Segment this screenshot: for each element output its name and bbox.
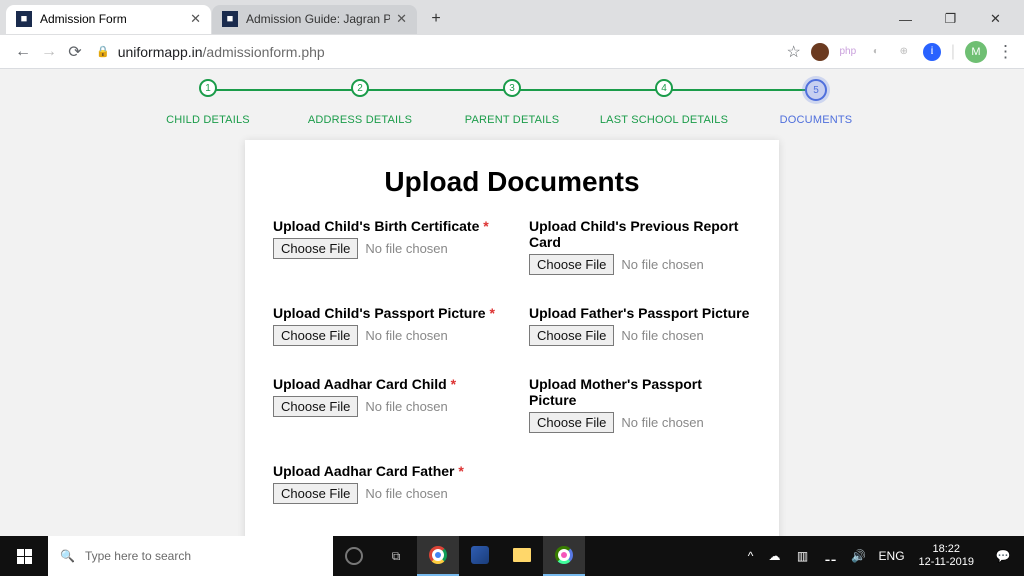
notification-center-icon[interactable]: 💬 (982, 536, 1024, 576)
task-view-icon[interactable]: ⧉ (375, 536, 417, 576)
file-status-text: No file chosen (621, 415, 703, 430)
choose-file-button[interactable]: Choose File (273, 325, 358, 346)
maximize-button[interactable]: ❐ (928, 4, 973, 34)
volume-icon[interactable]: 🔊 (845, 536, 873, 576)
battery-icon[interactable]: ▥ (789, 536, 817, 576)
upload-field: Upload Mother's Passport Picture Choose … (529, 376, 751, 433)
required-asterisk: * (489, 305, 494, 321)
page-title: Upload Documents (273, 166, 751, 198)
field-label: Upload Aadhar Card Father * (273, 463, 495, 479)
upload-field: Upload Aadhar Card Child * Choose File No … (273, 376, 495, 433)
address-bar[interactable]: 🔒 uniformapp.in/admissionform.php (96, 44, 771, 60)
kebab-menu-icon[interactable]: ⋮ (997, 42, 1014, 62)
upload-field: Upload Child's Previous Report Card Choo… (529, 218, 751, 275)
step-documents[interactable]: 5 DOCUMENTS (740, 79, 892, 126)
upload-field: Upload Child's Passport Picture * Choose … (273, 305, 495, 346)
required-asterisk: * (451, 376, 456, 392)
url-host: uniformapp.in (118, 44, 203, 60)
close-window-button[interactable]: ✕ (973, 4, 1018, 34)
upload-field: Upload Father's Passport Picture Choose … (529, 305, 751, 346)
url-path: /admissionform.php (203, 44, 325, 60)
taskbar-app-word[interactable] (459, 536, 501, 576)
form-row: Upload Aadhar Card Father * Choose File No… (273, 463, 751, 504)
forward-button[interactable]: → (36, 39, 62, 65)
choose-file-button[interactable]: Choose File (273, 238, 358, 259)
taskbar-search[interactable]: 🔍 Type here to search (48, 536, 333, 576)
browser-chrome: ■ Admission Form ✕ ■ Admission Guide: Ja… (0, 0, 1024, 69)
taskbar-app-chrome[interactable] (417, 536, 459, 576)
choose-file-button[interactable]: Choose File (529, 325, 614, 346)
favicon-icon: ■ (16, 11, 32, 27)
upload-documents-card: Upload Documents Upload Child's Birth Ce… (245, 140, 779, 539)
windows-logo-icon (17, 549, 32, 564)
reload-button[interactable]: ⟳ (62, 39, 88, 65)
extension-icon[interactable]: ⊕ (895, 43, 913, 61)
taskbar-app-chrome-2[interactable] (543, 536, 585, 576)
field-label: Upload Child's Birth Certificate * (273, 218, 495, 234)
close-icon[interactable]: ✕ (396, 11, 407, 27)
upload-field: Upload Aadhar Card Father * Choose File No… (273, 463, 495, 504)
required-asterisk: * (458, 463, 463, 479)
field-label: Upload Aadhar Card Child * (273, 376, 495, 392)
field-label: Upload Child's Previous Report Card (529, 218, 751, 250)
wifi-icon[interactable]: ⚋ (817, 536, 845, 576)
back-button[interactable]: ← (10, 39, 36, 65)
choose-file-button[interactable]: Choose File (529, 412, 614, 433)
step-last-school-details[interactable]: 4 LAST SCHOOL DETAILS (588, 79, 740, 126)
file-status-text: No file chosen (365, 399, 447, 414)
field-label: Upload Child's Passport Picture * (273, 305, 495, 321)
tab-title: Admission Form (40, 12, 184, 26)
extension-php-icon[interactable]: php (839, 43, 857, 61)
tray-overflow-icon[interactable]: ^ (741, 536, 761, 576)
required-asterisk: * (483, 218, 488, 234)
minimize-button[interactable]: — (883, 4, 928, 34)
choose-file-button[interactable]: Choose File (273, 396, 358, 417)
profile-avatar[interactable]: M (965, 41, 987, 63)
file-status-text: No file chosen (365, 486, 447, 501)
field-label: Upload Father's Passport Picture (529, 305, 751, 321)
step-parent-details[interactable]: 3 PARENT DETAILS (436, 79, 588, 126)
progress-stepper: 1 CHILD DETAILS 2 ADDRESS DETAILS 3 PARE… (132, 79, 892, 126)
file-status-text: No file chosen (365, 328, 447, 343)
step-child-details[interactable]: 1 CHILD DETAILS (132, 79, 284, 126)
upload-field: Upload Child's Birth Certificate * Choose… (273, 218, 495, 275)
favicon-icon: ■ (222, 11, 238, 27)
file-status-text: No file chosen (365, 241, 447, 256)
form-row: Upload Child's Passport Picture * Choose … (273, 305, 751, 346)
start-button[interactable] (0, 536, 48, 576)
close-icon[interactable]: ✕ (190, 11, 201, 27)
file-status-text: No file chosen (621, 257, 703, 272)
extension-icon[interactable] (811, 43, 829, 61)
choose-file-button[interactable]: Choose File (529, 254, 614, 275)
page-viewport[interactable]: 1 CHILD DETAILS 2 ADDRESS DETAILS 3 PARE… (0, 69, 1024, 539)
cortana-icon[interactable] (333, 536, 375, 576)
new-tab-button[interactable]: + (422, 5, 450, 33)
browser-tab-1[interactable]: ■ Admission Guide: Jagran Public S ✕ (212, 5, 417, 34)
bookmark-star-icon[interactable]: ☆ (787, 42, 801, 62)
browser-tab-0[interactable]: ■ Admission Form ✕ (6, 5, 211, 34)
file-status-text: No file chosen (621, 328, 703, 343)
taskbar-clock[interactable]: 18:2212-11-2019 (911, 543, 982, 569)
form-row: Upload Child's Birth Certificate * Choose… (273, 218, 751, 275)
tab-title: Admission Guide: Jagran Public S (246, 12, 390, 26)
taskbar-app-explorer[interactable] (501, 536, 543, 576)
windows-taskbar: 🔍 Type here to search ⧉ ^ ☁ ▥ ⚋ 🔊 ENG 18… (0, 536, 1024, 576)
lock-icon: 🔒 (96, 45, 110, 58)
language-indicator[interactable]: ENG (873, 549, 911, 563)
choose-file-button[interactable]: Choose File (273, 483, 358, 504)
extension-icon[interactable]: 𝕚 (923, 43, 941, 61)
search-icon: 🔍 (60, 549, 75, 563)
extension-icon[interactable]: ◐ (867, 43, 885, 61)
onedrive-icon[interactable]: ☁ (761, 536, 789, 576)
field-label: Upload Mother's Passport Picture (529, 376, 751, 408)
form-row: Upload Aadhar Card Child * Choose File No … (273, 376, 751, 433)
step-address-details[interactable]: 2 ADDRESS DETAILS (284, 79, 436, 126)
